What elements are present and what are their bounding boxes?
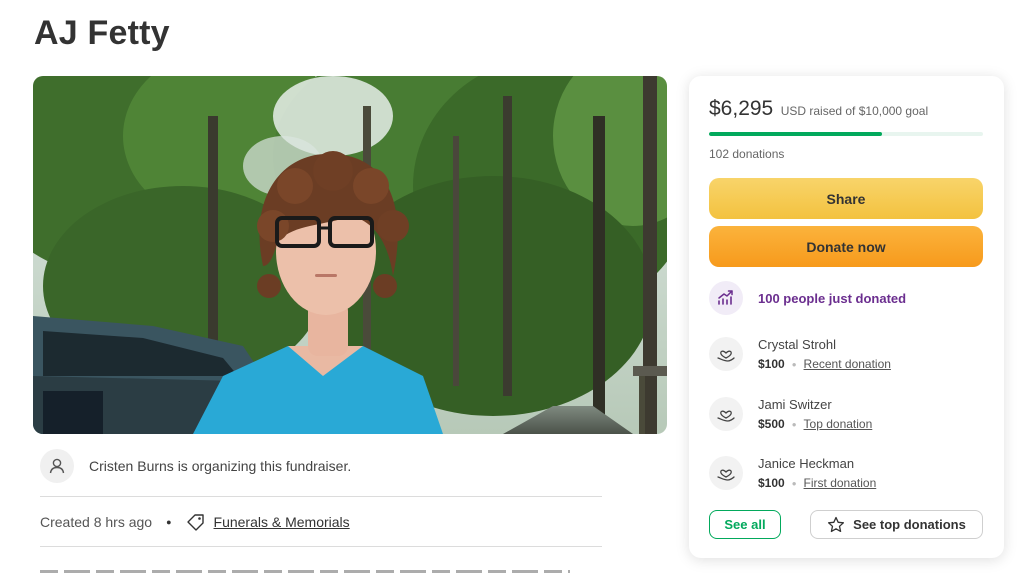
progress-bar xyxy=(709,132,983,136)
donor-name: Crystal Strohl xyxy=(758,337,837,352)
trend-text: 100 people just donated xyxy=(758,290,907,306)
raised-amount: $6,295 xyxy=(709,97,774,120)
donation-tag-link[interactable]: Top donation xyxy=(804,417,873,431)
donation-count: 102 donations xyxy=(709,147,785,161)
page-title: AJ Fetty xyxy=(34,14,170,52)
see-all-button[interactable]: See all xyxy=(709,510,781,539)
raised-summary: $6,295 USD raised of $10,000 goal xyxy=(709,97,928,121)
dot-separator: ● xyxy=(791,478,797,488)
donation-card: $6,295 USD raised of $10,000 goal 102 do… xyxy=(689,76,1004,558)
donation-tag-link[interactable]: Recent donation xyxy=(804,357,891,371)
donor-amount: $500 xyxy=(758,417,785,431)
donor-name: Janice Heckman xyxy=(758,456,855,471)
tag-icon xyxy=(186,513,206,531)
story-text-cutoff xyxy=(40,567,570,573)
trending-up-icon xyxy=(709,281,743,315)
bullet-separator: ● xyxy=(166,517,172,527)
raised-goal-text: USD raised of $10,000 goal xyxy=(780,104,929,118)
organizer-row: Cristen Burns is organizing this fundrai… xyxy=(40,448,351,484)
donor-name: Jami Switzer xyxy=(758,397,832,412)
donor-amount: $100 xyxy=(758,357,785,371)
divider xyxy=(40,546,602,547)
heart-hand-icon xyxy=(709,397,743,431)
category-link[interactable]: Funerals & Memorials xyxy=(214,514,350,530)
star-icon xyxy=(827,516,845,534)
recent-donation-trend: 100 people just donated xyxy=(709,281,906,315)
donor-item: Crystal Strohl $100 ● Recent donation xyxy=(709,337,891,371)
dot-separator: ● xyxy=(791,419,797,429)
see-top-donations-label: See top donations xyxy=(853,517,966,532)
donor-item: Jami Switzer $500 ● Top donation xyxy=(709,397,872,431)
organizer-text: Cristen Burns is organizing this fundrai… xyxy=(89,458,352,474)
heart-hand-icon xyxy=(709,337,743,371)
campaign-meta: Created 8 hrs ago ● Funerals & Memorials xyxy=(40,509,350,535)
progress-fill xyxy=(709,132,882,136)
heart-hand-icon xyxy=(709,456,743,490)
donate-now-button[interactable]: Donate now xyxy=(709,226,983,267)
donor-item: Janice Heckman $100 ● First donation xyxy=(709,456,876,490)
campaign-photo xyxy=(33,76,667,434)
user-icon xyxy=(40,449,74,483)
see-top-donations-button[interactable]: See top donations xyxy=(810,510,983,539)
created-time: Created 8 hrs ago xyxy=(40,514,153,530)
donor-amount: $100 xyxy=(758,476,785,490)
donation-tag-link[interactable]: First donation xyxy=(804,476,877,490)
dot-separator: ● xyxy=(791,359,797,369)
divider xyxy=(40,496,602,497)
share-button[interactable]: Share xyxy=(709,178,983,219)
